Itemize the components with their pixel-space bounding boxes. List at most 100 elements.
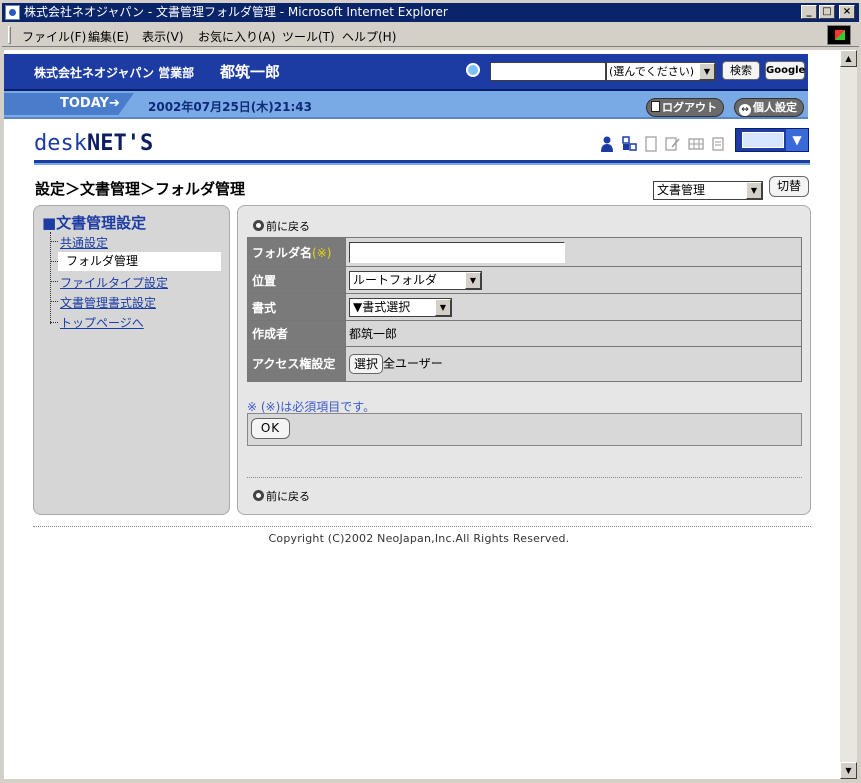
submit-area	[247, 413, 802, 446]
sidebar-item-folder-management[interactable]: フォルダ管理	[58, 252, 221, 271]
menu-favorites[interactable]: お気に入り(A)	[198, 28, 276, 45]
organization-icon[interactable]	[622, 136, 637, 152]
memo-edit-icon[interactable]	[665, 136, 680, 152]
document-icon[interactable]	[644, 136, 658, 152]
creator-value: 都筑一郎	[345, 320, 802, 347]
format-label: 書式	[247, 293, 346, 321]
location-cell: ルートフォルダ ▼	[345, 266, 802, 294]
required-mark: (※)	[312, 245, 332, 260]
location-select[interactable]: ルートフォルダ ▼	[349, 270, 482, 290]
window-title-bar: 株式会社ネオジャパン - 文書管理フォルダ管理 - Microsoft Inte…	[2, 3, 859, 22]
access-rights-value: 全ユーザー	[383, 356, 443, 371]
tree-line	[50, 232, 51, 324]
back-arrow-icon	[253, 490, 264, 501]
menu-view[interactable]: 表示(V)	[142, 28, 184, 45]
mode-select[interactable]: 文書管理 ▼	[653, 181, 763, 200]
location-select-value: ルートフォルダ	[353, 272, 438, 287]
header-rule	[34, 160, 810, 165]
table-row: 位置 ルートフォルダ ▼	[247, 266, 802, 294]
today-bar: TODAY➔ 2002年07月25日(木)21:43 ログアウト ↔ 個人設定	[4, 91, 808, 119]
today-label: TODAY➔	[4, 93, 134, 115]
chevron-down-icon: ▼	[465, 271, 481, 289]
close-button[interactable]: ×	[839, 5, 855, 19]
minimize-button[interactable]: _	[801, 5, 817, 19]
access-rights-label: アクセス権設定	[247, 346, 346, 382]
table-grid-icon[interactable]	[688, 136, 704, 152]
swap-arrows-icon: ↔	[739, 104, 751, 116]
user-icon[interactable]	[600, 136, 614, 152]
chevron-down-icon: ▼	[746, 182, 762, 199]
footer-divider	[33, 526, 811, 527]
folder-name-input[interactable]	[349, 241, 565, 263]
select-users-button[interactable]: 選択	[349, 354, 384, 374]
scroll-down-icon[interactable]: ▼	[840, 762, 857, 779]
back-arrow-icon	[253, 220, 264, 231]
menu-tools[interactable]: ツール(T)	[282, 28, 335, 45]
menu-file[interactable]: ファイル(F)	[22, 28, 86, 45]
toolbar-grip[interactable]	[8, 26, 11, 44]
sidebar-item-file-type-settings[interactable]: ファイルタイプ設定	[60, 274, 168, 291]
desknets-logo: deskNET'S	[34, 131, 153, 156]
google-button[interactable]: Google	[765, 61, 805, 80]
location-label: 位置	[247, 266, 346, 294]
ok-button[interactable]: OK	[251, 418, 290, 439]
personal-settings-button[interactable]: ↔ 個人設定	[734, 98, 804, 117]
folder-name-label: フォルダ名(※)	[247, 237, 346, 267]
creator-label: 作成者	[247, 320, 346, 347]
search-input[interactable]	[490, 62, 606, 81]
search-button[interactable]: 検索	[722, 61, 760, 80]
scroll-up-icon[interactable]: ▲	[840, 50, 857, 67]
tree-branch	[50, 322, 58, 323]
logout-button[interactable]: ログアウト	[646, 98, 724, 117]
sidebar-item-top-page[interactable]: トップページへ	[60, 314, 144, 331]
window-title: 株式会社ネオジャパン - 文書管理フォルダ管理 - Microsoft Inte…	[24, 5, 448, 19]
maximize-button[interactable]: □	[819, 5, 835, 19]
back-link-top[interactable]: 前に戻る	[253, 218, 310, 234]
chevron-down-icon: ▼	[786, 129, 808, 151]
vertical-scrollbar[interactable]: ▲ ▼	[840, 50, 857, 779]
divider	[247, 477, 802, 478]
access-rights-cell: 選択 全ユーザー	[345, 346, 802, 382]
breadcrumb: 設定＞文書管理＞フォルダ管理	[35, 180, 246, 198]
print-icon[interactable]	[710, 136, 724, 152]
search-scope-value: (選んでください)	[609, 65, 695, 78]
tree-branch	[50, 241, 58, 242]
table-row: アクセス権設定 選択 全ユーザー	[247, 346, 802, 382]
search-icon	[466, 63, 480, 77]
copyright: Copyright (C)2002 NeoJapan,Inc.All Right…	[268, 532, 570, 545]
back-link-label: 前に戻る	[266, 220, 310, 233]
folder-name-cell	[345, 237, 802, 267]
windows-logo-icon	[827, 25, 851, 45]
sidebar-title: ■文書管理設定	[42, 214, 147, 232]
personal-settings-label: 個人設定	[753, 101, 797, 114]
door-icon	[651, 101, 660, 112]
tree-branch	[50, 281, 58, 282]
format-cell: ▼書式選択 ▼	[345, 293, 802, 321]
format-select[interactable]: ▼書式選択 ▼	[349, 297, 452, 317]
mode-select-value: 文書管理	[657, 183, 706, 197]
back-link-bottom[interactable]: 前に戻る	[253, 488, 310, 504]
tree-branch	[50, 261, 58, 262]
menu-edit[interactable]: 編集(E)	[88, 28, 129, 45]
back-link-label: 前に戻る	[266, 490, 310, 503]
menu-bar: ファイル(F) 編集(E) 表示(V) お気に入り(A) ツール(T) ヘルプ(…	[2, 23, 859, 47]
logo-part1: desk	[34, 131, 87, 156]
sidebar-item-doc-format-settings[interactable]: 文書管理書式設定	[60, 294, 156, 311]
ie-page-icon	[5, 5, 20, 20]
current-date: 2002年07月25日(木)21:43	[148, 100, 312, 114]
chevron-down-icon: ▼	[435, 298, 451, 316]
screen-icon	[742, 132, 784, 148]
screen-menu-toggle[interactable]: ▼	[735, 128, 809, 152]
user-name: 都筑一郎	[220, 63, 281, 81]
folder-name-label-text: フォルダ名	[252, 245, 313, 260]
menu-help[interactable]: ヘルプ(H)	[342, 28, 396, 45]
company-dept: 株式会社ネオジャパン 営業部	[34, 66, 195, 80]
table-row: 作成者 都筑一郎	[247, 320, 802, 347]
logo-part2: NET'S	[86, 131, 154, 156]
sidebar-item-common-settings[interactable]: 共通設定	[60, 234, 108, 251]
chevron-down-icon: ▼	[699, 63, 715, 80]
folder-form-table: フォルダ名(※) 位置 ルートフォルダ ▼ 書式 ▼書式選択 ▼ 作成者 都筑一…	[247, 237, 802, 382]
format-select-value: ▼書式選択	[353, 299, 411, 314]
switch-button[interactable]: 切替	[769, 176, 809, 197]
search-scope-select[interactable]: (選んでください) ▼	[606, 62, 716, 81]
